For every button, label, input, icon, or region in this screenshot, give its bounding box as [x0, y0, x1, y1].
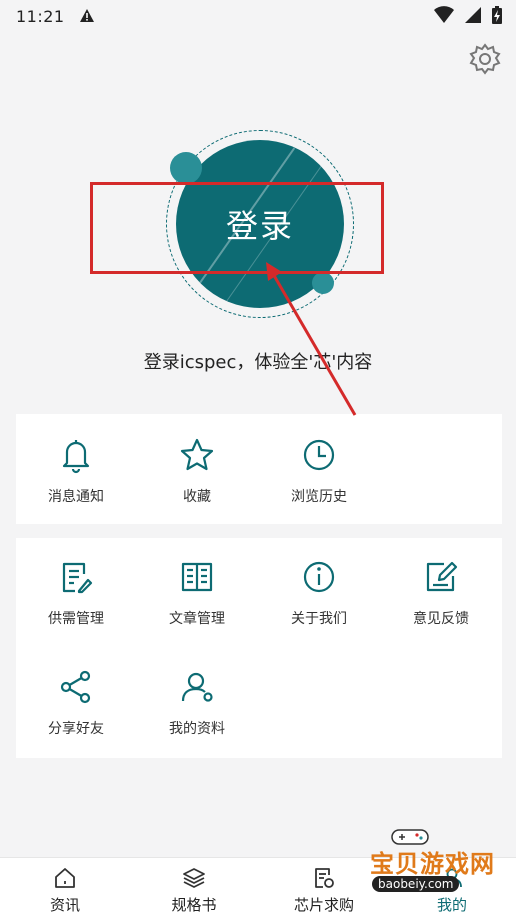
service-feedback[interactable]: 意见反馈: [381, 542, 501, 632]
bell-icon: [62, 440, 90, 474]
status-bar: 11:21: [0, 0, 516, 32]
gamepad-icon: [391, 829, 429, 845]
clock-icon: [303, 439, 335, 471]
service-my-profile[interactable]: 我的资料: [137, 652, 257, 742]
signal-icon: [465, 7, 481, 23]
gear-icon: [469, 43, 501, 75]
watermark: 宝贝游戏网 baobeiy.com: [360, 826, 516, 906]
tab-news[interactable]: 资讯: [15, 858, 115, 917]
feedback-edit-icon: [426, 561, 458, 592]
user-profile-icon: [181, 672, 213, 702]
service-share[interactable]: 分享好友: [16, 652, 136, 742]
battery-icon: [492, 6, 502, 24]
decor-dot: [312, 272, 334, 294]
service-about-us[interactable]: 关于我们: [259, 542, 379, 632]
settings-button[interactable]: [468, 42, 502, 76]
quick-actions-card: 消息通知 收藏 浏览历史: [16, 414, 502, 524]
tab-chip-request[interactable]: 芯片求购: [274, 858, 374, 917]
tab-specs[interactable]: 规格书: [144, 858, 244, 917]
quick-action-notifications[interactable]: 消息通知: [16, 420, 136, 510]
quick-action-history[interactable]: 浏览历史: [259, 420, 379, 510]
service-articles[interactable]: 文章管理: [137, 542, 257, 632]
services-card: 供需管理 文章管理 关于我们 意见反馈 分享好友 我的资料: [16, 538, 502, 758]
status-icons: [434, 6, 502, 24]
book-icon: [181, 562, 213, 592]
chip-request-icon: [315, 868, 334, 888]
home-icon: [55, 868, 75, 888]
status-time: 11:21: [16, 6, 65, 26]
service-supply-demand[interactable]: 供需管理: [16, 542, 136, 632]
warning-icon: [79, 9, 94, 22]
wifi-icon: [434, 6, 454, 23]
watermark-title: 宝贝游戏网: [370, 850, 495, 878]
info-icon: [303, 561, 335, 593]
highlight-box: [90, 182, 384, 274]
login-area: 登录: [0, 120, 516, 380]
decor-dot: [170, 152, 202, 184]
edit-document-icon: [62, 562, 93, 594]
layers-icon: [183, 868, 205, 888]
quick-action-favorites[interactable]: 收藏: [137, 420, 257, 510]
share-icon: [60, 670, 91, 704]
star-icon: [180, 438, 214, 471]
watermark-url: baobeiy.com: [372, 876, 460, 892]
login-tagline: 登录icspec，体验全'芯'内容: [143, 352, 373, 373]
